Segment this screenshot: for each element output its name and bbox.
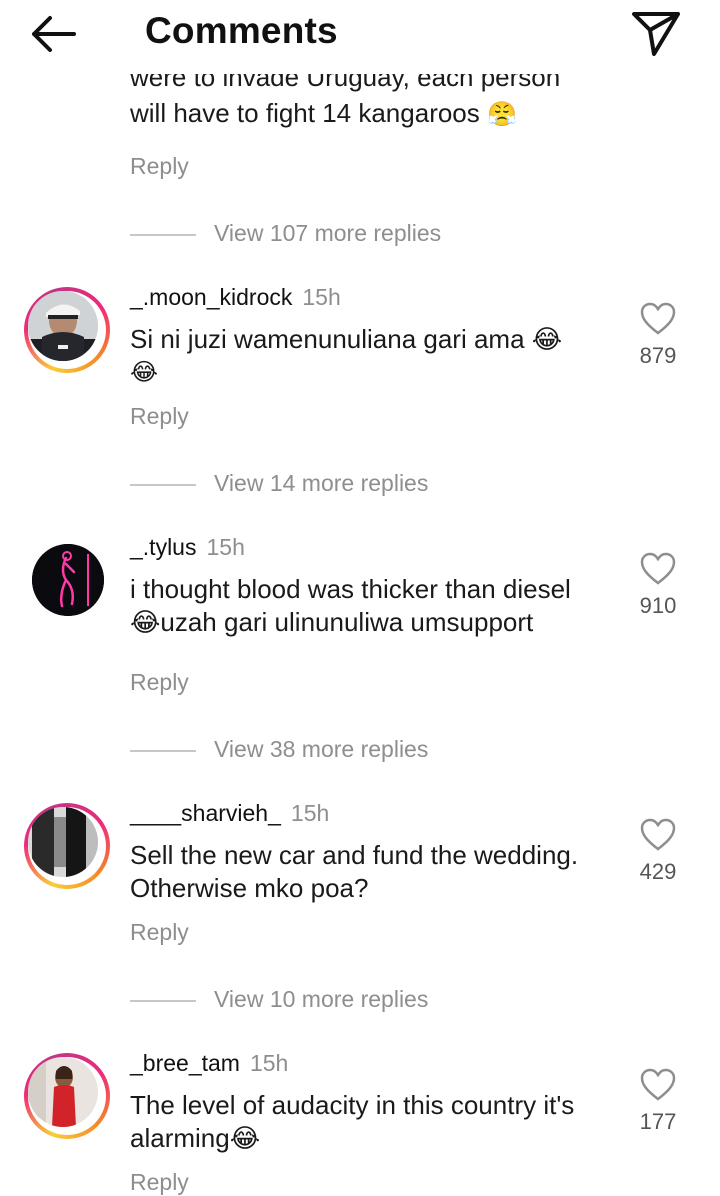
previous-comment-line-2: will have to fight 14 kangaroos 😤 [130,98,517,128]
comment-username[interactable]: _bree_tam 15h [130,1050,288,1077]
reply-button[interactable]: Reply [130,919,189,946]
avatar-image [28,1057,98,1127]
heart-icon [640,302,676,335]
steam-emoji: 😤 [487,100,517,128]
divider-line [130,1000,196,1002]
reply-button[interactable]: Reply [130,1169,189,1196]
avatar[interactable] [32,544,104,616]
avatar-image [28,807,98,877]
divider-line [130,234,196,236]
heart-icon [640,1068,676,1101]
like-button[interactable] [640,1068,676,1102]
like-button[interactable] [640,818,676,852]
like-count: 910 [639,593,677,618]
comment-text: i thought blood was thicker than diesel … [130,574,571,637]
comment-text: Si ni juzi wamenunuliana gari ama 😂 😂 [130,324,563,386]
view-more-replies-label: View 14 more replies [214,470,429,496]
comment-text: Sell the new car and fund the wedding. O… [130,840,579,903]
like-count: 177 [639,1109,677,1134]
top-bar: Comments [0,0,720,68]
back-button[interactable] [26,10,86,58]
share-button[interactable] [628,8,684,58]
reply-button[interactable]: Reply [130,403,189,430]
comment-time: 15h [206,534,245,560]
like-count: 429 [639,859,677,884]
view-more-replies-label: View 107 more replies [214,220,442,246]
heart-icon [640,552,676,585]
comment-text: The level of audacity in this country it… [130,1090,575,1153]
previous-comment-line-1: were to invade Uruguay, each person [130,74,561,92]
comment-time: 15h [290,800,330,826]
arrow-left-icon [32,16,76,52]
reply-button[interactable]: Reply [130,669,189,696]
heart-icon [640,818,676,851]
avatar[interactable] [24,803,110,889]
divider-line [130,750,196,752]
avatar-image [32,544,104,616]
comment-username[interactable]: _.tylus 15h [130,534,245,561]
avatar[interactable] [24,287,110,373]
page-title: Comments [145,10,338,51]
previous-comment-text: were to invade Uruguay, each person will… [130,74,560,131]
comment-username[interactable]: ____sharvieh_ 15h [130,800,329,827]
like-button[interactable] [640,302,676,336]
like-count: 879 [639,343,677,368]
avatar[interactable] [24,1053,110,1139]
reply-button[interactable]: Reply [130,153,189,180]
comment-time: 15h [249,1050,289,1076]
comment-time: 15h [302,284,341,310]
divider-line [130,484,196,486]
comment-username[interactable]: _.moon_kidrock 15h [130,284,341,311]
avatar-image [28,291,98,361]
like-button[interactable] [640,552,676,586]
paper-plane-icon [632,12,680,56]
view-more-replies-label: View 10 more replies [214,986,429,1012]
view-more-replies-label: View 38 more replies [214,736,429,762]
